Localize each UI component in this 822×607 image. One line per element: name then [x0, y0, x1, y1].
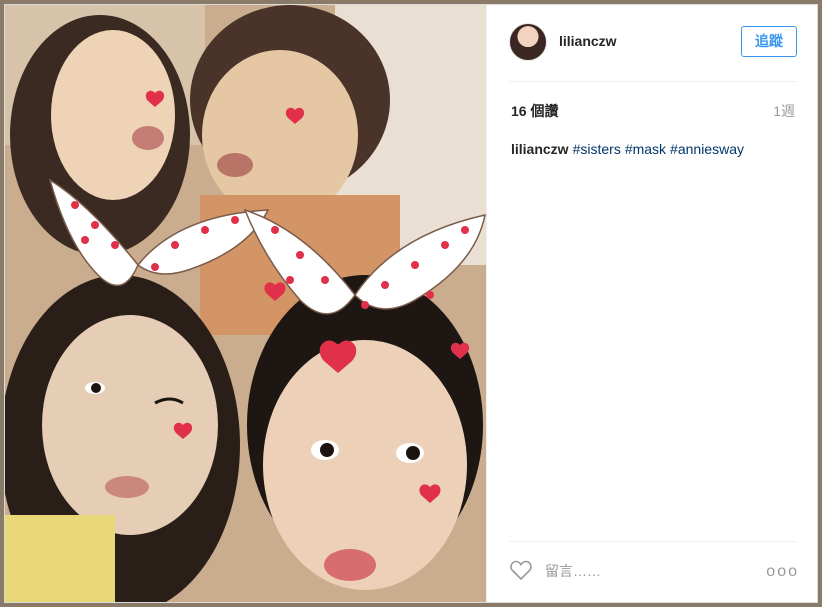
- footer-divider: [509, 541, 797, 542]
- caption-username[interactable]: lilianczw: [511, 141, 569, 157]
- hashtag-link[interactable]: #mask: [625, 141, 666, 157]
- heart-icon[interactable]: [509, 559, 533, 581]
- selfie-photo: [5, 5, 486, 602]
- post-sidebar: lilianczw 追蹤 16 個讚 1週 lilianczw #sisters #…: [486, 5, 817, 602]
- post-header: lilianczw 追蹤: [509, 23, 797, 61]
- author-username[interactable]: lilianczw: [559, 33, 617, 49]
- post-photo[interactable]: [5, 5, 486, 602]
- more-options-icon[interactable]: ooo: [766, 563, 799, 581]
- post-time[interactable]: 1週: [773, 101, 795, 121]
- hashtag-link[interactable]: #sisters: [573, 141, 621, 157]
- header-divider: [509, 81, 797, 82]
- post-card: lilianczw 追蹤 16 個讚 1週 lilianczw #sisters #…: [4, 4, 818, 603]
- follow-button[interactable]: 追蹤: [741, 26, 797, 57]
- like-count[interactable]: 16 個讚: [511, 101, 558, 121]
- post-caption: lilianczw #sisters #mask #anniesway: [511, 140, 795, 158]
- comment-input[interactable]: 留言……: [545, 561, 601, 581]
- hashtag-link[interactable]: #anniesway: [670, 141, 744, 157]
- avatar-icon[interactable]: [509, 23, 547, 61]
